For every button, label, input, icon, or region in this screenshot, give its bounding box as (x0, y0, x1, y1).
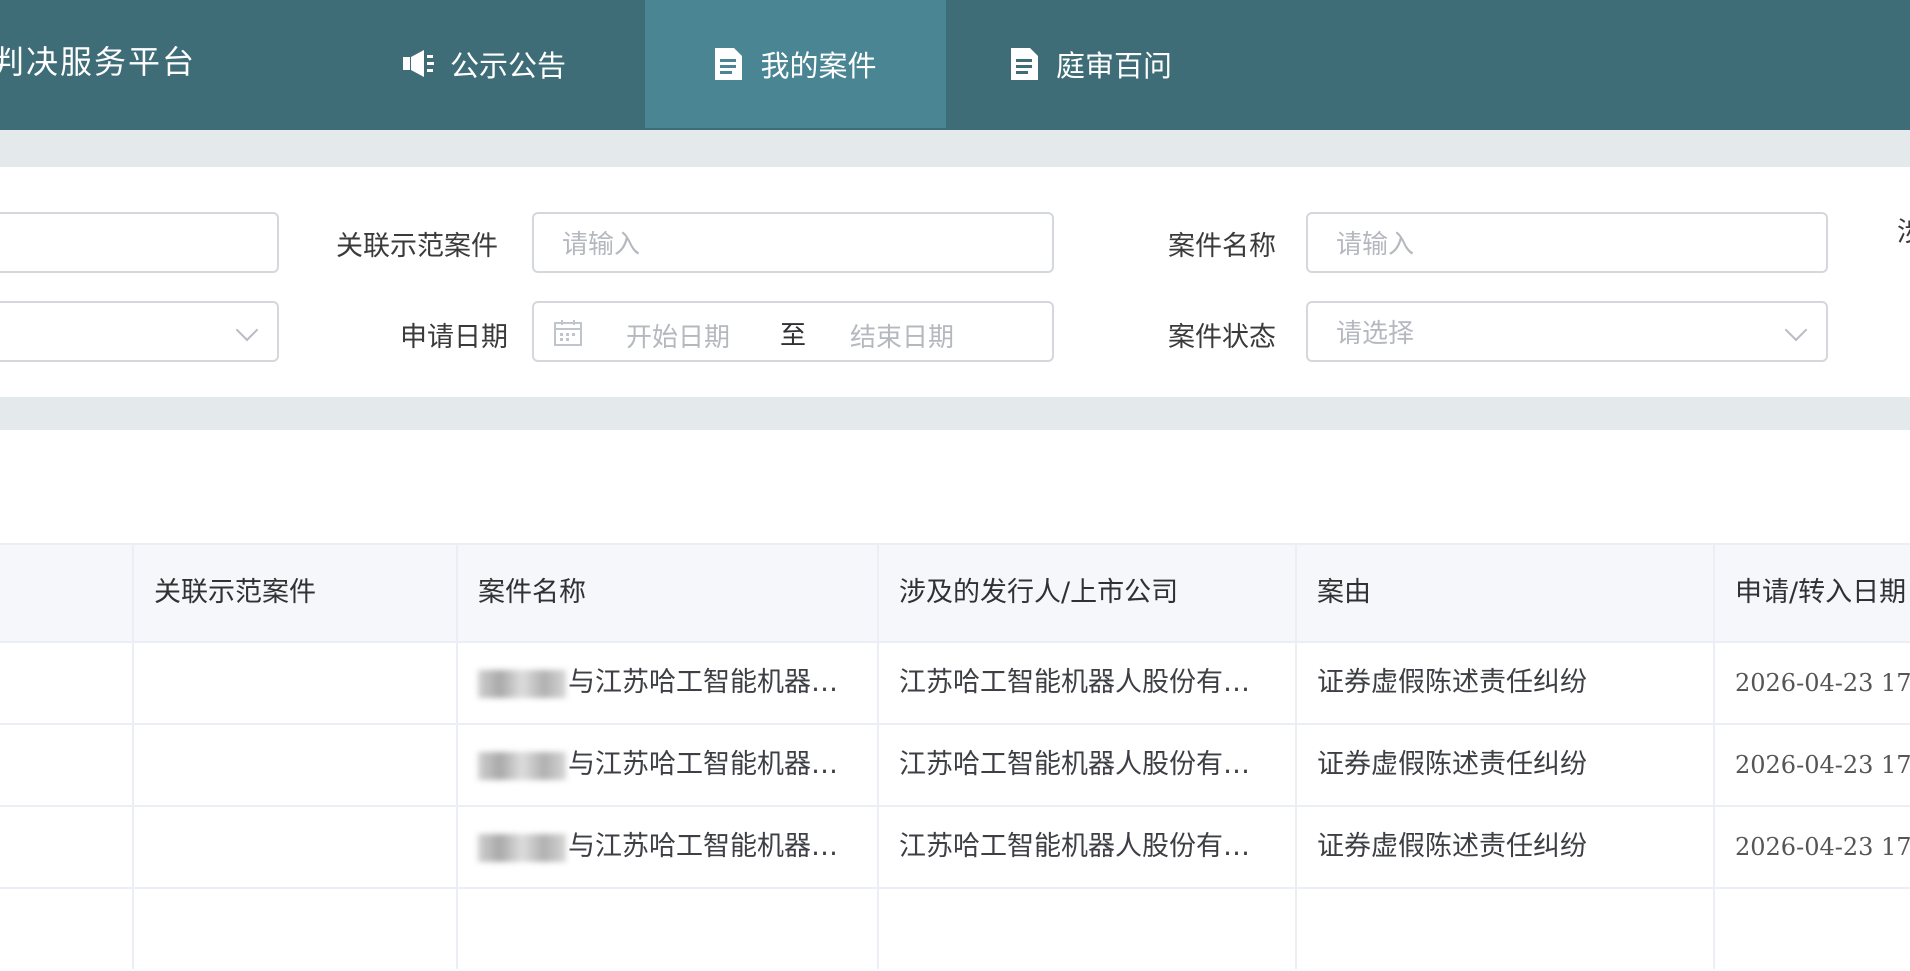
table-row[interactable]: 与江苏哈工智能机器… 江苏哈工智能机器人股份有… 证券虚假陈述责任纠纷 2026… (0, 807, 1910, 889)
nav-tab-notice[interactable]: 公示公告 (400, 0, 630, 128)
case-name-label: 案件名称 (1168, 231, 1276, 262)
divider-band (0, 130, 1910, 167)
redacted-name (478, 669, 566, 698)
case-name-input[interactable]: 请输入 (1306, 212, 1828, 273)
table-row[interactable]: 与江苏哈工智能机器… 江苏哈工智能机器人股份有… 证券虚假陈述责任纠纷 2026… (0, 643, 1910, 725)
column-header-related-case[interactable]: 关联示范案件 (134, 545, 458, 641)
cause-cell: 证券虚假陈述责任纠纷 (1297, 643, 1715, 723)
cause-cell: 证券虚假陈述责任纠纷 (1297, 725, 1715, 805)
case-status-select[interactable]: 请选择 (1306, 301, 1828, 362)
filter-panel: 关联示范案件 请输入 案件名称 请输入 涉 申请日期 开始日期 至 结束日期 案… (0, 167, 1910, 395)
row-cell (1297, 889, 1715, 969)
nav-tab-faq[interactable]: 庭审百问 (1006, 0, 1246, 128)
row-cell (0, 725, 134, 805)
calendar-icon (554, 320, 582, 346)
megaphone-icon (403, 50, 434, 77)
document-icon (715, 48, 743, 80)
chevron-down-icon (235, 318, 259, 342)
case-name-placeholder: 请输入 (1336, 230, 1415, 260)
case-name-cell[interactable]: 与江苏哈工智能机器… (458, 807, 879, 887)
related-case-cell (134, 807, 458, 887)
related-case-cell (134, 643, 458, 723)
related-case-input[interactable]: 请输入 (532, 212, 1054, 273)
nav-tab-label: 我的案件 (760, 49, 877, 83)
nav-tab-label: 庭审百问 (1056, 49, 1173, 83)
apply-date-cell: 2026-04-23 17:3 (1735, 669, 1910, 697)
case-table: 关联示范案件 案件名称 涉及的发行人/上市公司 案由 申请/转入日期 与江苏哈工… (0, 543, 1910, 969)
column-header-issuer[interactable]: 涉及的发行人/上市公司 (879, 545, 1297, 641)
nav-tab-label: 公示公告 (450, 49, 567, 83)
row-cell (0, 807, 134, 887)
column-header-apply-date[interactable]: 申请/转入日期 (1715, 545, 1910, 641)
issuer-cell: 江苏哈工智能机器人股份有… (879, 643, 1297, 723)
table-row[interactable] (0, 889, 1910, 971)
row-cell (0, 889, 134, 969)
table-header: 关联示范案件 案件名称 涉及的发行人/上市公司 案由 申请/转入日期 (0, 543, 1910, 643)
related-case-cell (134, 725, 458, 805)
filter-select-left[interactable] (0, 301, 279, 362)
cause-cell: 证券虚假陈述责任纠纷 (1297, 807, 1715, 887)
document-icon (1011, 48, 1038, 80)
issuer-label-cut: 涉 (1897, 210, 1910, 249)
case-name-cell[interactable]: 与江苏哈工智能机器… (458, 643, 879, 723)
apply-date-cell: 2026-04-23 17:3 (1735, 833, 1910, 861)
apply-date-range-picker[interactable]: 开始日期 至 结束日期 (532, 301, 1054, 362)
date-end-placeholder[interactable]: 结束日期 (850, 317, 954, 354)
row-cell (0, 643, 134, 723)
row-cell (134, 889, 458, 969)
case-status-placeholder: 请选择 (1336, 319, 1415, 349)
issuer-cell: 江苏哈工智能机器人股份有… (879, 807, 1297, 887)
related-case-label: 关联示范案件 (336, 231, 498, 262)
column-header (0, 545, 134, 641)
divider-band (0, 397, 1910, 430)
redacted-name (478, 833, 566, 862)
related-case-placeholder: 请输入 (562, 230, 641, 260)
chevron-down-icon (1784, 318, 1808, 342)
apply-date-label: 申请日期 (400, 322, 508, 353)
case-status-label: 案件状态 (1168, 322, 1276, 353)
row-cell (458, 889, 879, 969)
issuer-cell: 江苏哈工智能机器人股份有… (879, 725, 1297, 805)
filter-input-left[interactable] (0, 212, 279, 273)
table-row[interactable]: 与江苏哈工智能机器… 江苏哈工智能机器人股份有… 证券虚假陈述责任纠纷 2026… (0, 725, 1910, 807)
column-header-case-name[interactable]: 案件名称 (458, 545, 879, 641)
platform-title: 判决服务平台 (0, 43, 197, 81)
date-start-placeholder[interactable]: 开始日期 (626, 317, 730, 354)
column-header-cause[interactable]: 案由 (1297, 545, 1715, 641)
case-name-cell[interactable]: 与江苏哈工智能机器… (458, 725, 879, 805)
date-range-separator: 至 (780, 321, 807, 351)
nav-tab-my-cases[interactable]: 我的案件 (645, 0, 946, 128)
row-cell (879, 889, 1297, 969)
row-cell (1715, 889, 1910, 969)
apply-date-cell: 2026-04-23 17:3 (1735, 751, 1910, 779)
top-nav-bar: 判决服务平台 公示公告 我的案件 庭审百问 (0, 0, 1910, 130)
redacted-name (478, 751, 566, 780)
